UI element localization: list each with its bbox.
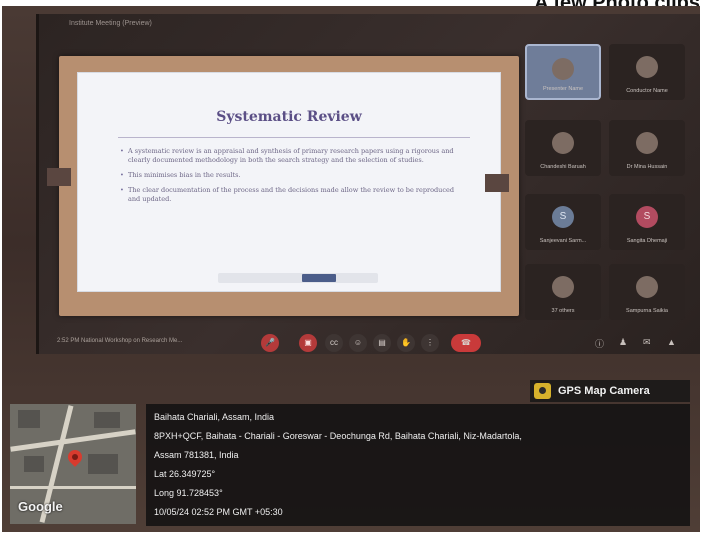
end-call-icon[interactable]: ☎ — [451, 334, 481, 352]
participant-avatar — [636, 56, 658, 78]
participant-name: Sanjeevani Sarm... — [539, 238, 587, 244]
gps-camera-icon — [534, 383, 551, 399]
meeting-toolbar: 2:52 PM National Workshop on Research Me… — [39, 332, 700, 356]
meeting-time-and-title: 2:52 PM National Workshop on Research Me… — [57, 338, 183, 344]
participant-tile[interactable]: Presenter Name — [525, 44, 601, 100]
address-line-2: Assam 781381, India — [154, 450, 239, 460]
longitude: Long 91.728453° — [154, 488, 223, 498]
participant-tile[interactable]: Conductor Name — [609, 44, 685, 100]
map-road — [10, 429, 136, 452]
slide-bullet: A systematic review is an appraisal and … — [120, 147, 466, 165]
camera-off-icon[interactable]: ▣ — [299, 334, 317, 352]
participant-tile[interactable]: S Sanjeevani Sarm... — [525, 194, 601, 250]
location-info-box: Baihata Chariali, Assam, India 8PXH+QCF,… — [146, 404, 690, 526]
datetime: 10/05/24 02:52 PM GMT +05:30 — [154, 507, 283, 517]
hand-icon[interactable]: ✋ — [397, 334, 415, 352]
participant-avatar — [552, 132, 574, 154]
location-map-thumbnail: Google — [10, 404, 136, 524]
latitude: Lat 26.349725° — [154, 469, 216, 479]
map-building — [94, 412, 120, 428]
address-line-1: 8PXH+QCF, Baihata - Chariali - Goreswar … — [154, 431, 522, 441]
participant-avatar — [552, 58, 574, 80]
others-avatar-stack — [552, 276, 574, 298]
people-icon[interactable]: ♟ — [619, 337, 627, 348]
slide-title: Systematic Review — [216, 109, 362, 125]
map-brand: Google — [18, 499, 63, 514]
present-icon[interactable]: ▤ — [373, 334, 391, 352]
participant-name: Sampurna Saikia — [626, 308, 668, 314]
participant-name: Chandeshi Baruah — [540, 164, 586, 170]
more-icon[interactable]: ⋮ — [421, 334, 439, 352]
slide-navigation-bar[interactable] — [218, 273, 378, 283]
activities-icon[interactable]: ▲ — [667, 337, 676, 347]
participant-tile[interactable]: Dr Mina Hussain — [609, 120, 685, 176]
map-building — [24, 456, 44, 472]
mic-off-icon[interactable]: 🎤 — [261, 334, 279, 352]
participant-avatar: S — [636, 206, 658, 228]
presentation-slide: Systematic Review A systematic review is… — [77, 72, 501, 292]
shared-screen-frame: Systematic Review A systematic review is… — [59, 56, 519, 316]
participant-name: Sangita Dhemaji — [626, 238, 668, 244]
participant-tile[interactable]: Chandeshi Baruah — [525, 120, 601, 176]
map-building — [88, 454, 118, 474]
participant-name: Conductor Name — [626, 88, 668, 94]
others-count: 37 others — [551, 308, 575, 314]
participant-tile[interactable]: Sampurna Saikia — [609, 264, 685, 320]
info-icon[interactable]: ⓘ — [595, 337, 604, 350]
slide-page-indicator[interactable] — [302, 274, 336, 282]
others-tile[interactable]: 37 others — [525, 264, 601, 320]
slide-bullet: This minimises bias in the results. — [120, 171, 466, 180]
slide-divider — [118, 137, 470, 138]
meeting-screen: Institute Meeting (Preview) Systematic R… — [36, 14, 700, 354]
participant-avatar — [636, 276, 658, 298]
gps-app-label: GPS Map Camera — [530, 380, 690, 402]
participant-avatar: S — [552, 206, 574, 228]
participant-name: Presenter Name — [542, 86, 584, 92]
map-building — [18, 410, 40, 428]
location-title: Baihata Chariali, Assam, India — [154, 412, 275, 422]
map-road — [10, 486, 136, 489]
participant-tile[interactable]: S Sangita Dhemaji — [609, 194, 685, 250]
chat-icon[interactable]: ✉ — [643, 337, 651, 348]
slide-bullets: A systematic review is an appraisal and … — [120, 147, 466, 210]
right-tape — [485, 174, 509, 192]
meeting-window-title: Institute Meeting (Preview) — [69, 20, 152, 27]
emoji-icon[interactable]: ☺ — [349, 334, 367, 352]
left-tape — [47, 168, 71, 186]
participant-name: Dr Mina Hussain — [626, 164, 668, 170]
gps-app-name: GPS Map Camera — [558, 385, 650, 397]
location-pin-icon — [65, 447, 85, 467]
slide-bullet: The clear documentation of the process a… — [120, 186, 466, 204]
captions-icon[interactable]: cc — [325, 334, 343, 352]
participant-avatar — [636, 132, 658, 154]
